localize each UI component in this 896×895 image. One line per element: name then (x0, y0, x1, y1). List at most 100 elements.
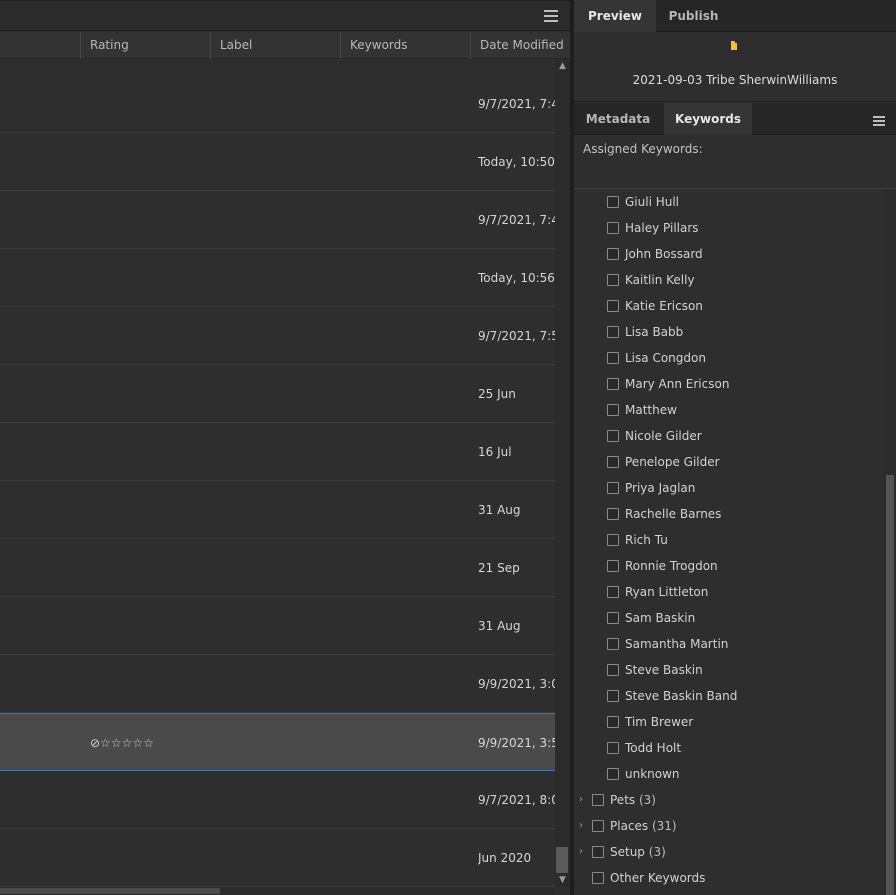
keyword-label: Lisa Babb (625, 325, 684, 339)
keyword-item[interactable]: Matthew (607, 398, 677, 424)
table-row[interactable]: ⊘☆☆☆☆☆ 9/9/2021, 3:5 (0, 713, 555, 771)
scroll-up-icon[interactable]: ▲ (555, 59, 570, 73)
keyword-checkbox[interactable] (607, 507, 619, 520)
keyword-checkbox[interactable] (607, 585, 619, 598)
keyword-checkbox[interactable] (607, 429, 619, 442)
column-rating[interactable]: Rating (80, 32, 210, 59)
keyword-label: Mary Ann Ericson (625, 377, 730, 391)
column-keywords[interactable]: Keywords (340, 32, 470, 59)
scrollbar-thumb[interactable] (886, 475, 894, 895)
keyword-checkbox[interactable] (607, 273, 619, 286)
keyword-item[interactable]: Todd Holt (607, 736, 681, 762)
column-label[interactable]: Label (210, 32, 340, 59)
scroll-down-icon[interactable]: ▼ (555, 873, 570, 887)
keyword-item[interactable]: Penelope Gilder (607, 450, 720, 476)
keyword-checkbox[interactable] (607, 377, 619, 390)
keyword-category[interactable]: › Pets (3) (579, 788, 656, 814)
keyword-checkbox[interactable] (607, 533, 619, 546)
date-modified-cell: 16 Jul (478, 445, 512, 459)
category-checkbox[interactable] (592, 819, 604, 832)
table-row[interactable]: 9/7/2021, 7:5 (0, 307, 555, 365)
table-row[interactable]: 21 Sep (0, 539, 555, 597)
keyword-label: Katie Ericson (625, 299, 703, 313)
keyword-label: Priya Jaglan (625, 481, 696, 495)
chevron-right-icon[interactable]: › (579, 788, 583, 812)
keyword-item[interactable]: Giuli Hull (607, 190, 679, 216)
keyword-checkbox[interactable] (607, 559, 619, 572)
keyword-checkbox[interactable] (607, 221, 619, 234)
keyword-item[interactable]: Katie Ericson (607, 294, 703, 320)
keyword-item[interactable]: Samantha Martin (607, 632, 728, 658)
scrollbar-thumb[interactable] (0, 888, 220, 894)
table-row[interactable]: 16 Jul (0, 423, 555, 481)
keyword-category[interactable]: › Places (31) (579, 814, 677, 840)
panel-menu-icon[interactable] (544, 10, 558, 22)
keyword-item[interactable]: Rich Tu (607, 528, 668, 554)
table-row[interactable]: 9/9/2021, 3:0 (0, 655, 555, 713)
table-row[interactable]: 9/7/2021, 7:4 (0, 191, 555, 249)
tab-preview[interactable]: Preview (574, 0, 656, 32)
keyword-item[interactable]: Ronnie Trogdon (607, 554, 718, 580)
keyword-item[interactable]: Steve Baskin (607, 658, 703, 684)
keyword-category[interactable]: Other Keywords (592, 866, 705, 892)
keyword-item[interactable]: Nicole Gilder (607, 424, 702, 450)
keyword-checkbox[interactable] (607, 247, 619, 260)
category-checkbox[interactable] (592, 793, 604, 806)
keyword-checkbox[interactable] (607, 611, 619, 624)
table-row[interactable]: Jun 2020 (0, 829, 555, 887)
keyword-checkbox[interactable] (607, 403, 619, 416)
scrollbar-thumb[interactable] (556, 847, 568, 873)
tab-publish[interactable]: Publish (656, 0, 731, 32)
keyword-checkbox[interactable] (607, 195, 619, 208)
horizontal-scrollbar[interactable] (0, 887, 555, 895)
keyword-item[interactable]: Tim Brewer (607, 710, 693, 736)
column-date-modified[interactable]: Date Modified (470, 32, 570, 59)
keyword-checkbox[interactable] (607, 455, 619, 468)
keyword-item[interactable]: Lisa Babb (607, 320, 683, 346)
keyword-item[interactable]: Kaitlin Kelly (607, 268, 695, 294)
keyword-scrollbar[interactable] (884, 190, 896, 895)
keyword-category[interactable]: › Setup (3) (579, 840, 666, 866)
keyword-item[interactable]: Mary Ann Ericson (607, 372, 729, 398)
tab-metadata[interactable]: Metadata (574, 103, 662, 135)
file-thumbnail-icon[interactable] (731, 40, 738, 50)
keyword-item[interactable]: unknown (607, 762, 680, 788)
keyword-item[interactable]: Sam Baskin (607, 606, 695, 632)
chevron-right-icon[interactable]: › (579, 814, 583, 838)
table-row[interactable]: Today, 10:56 (0, 249, 555, 307)
chevron-right-icon[interactable]: › (579, 840, 583, 864)
table-row[interactable]: 9/7/2021, 8:0 (0, 771, 555, 829)
keyword-item[interactable]: Priya Jaglan (607, 476, 695, 502)
category-checkbox[interactable] (592, 845, 604, 858)
keyword-checkbox[interactable] (607, 689, 619, 702)
keyword-checkbox[interactable] (607, 741, 619, 754)
keyword-label: Todd Holt (625, 741, 682, 755)
table-row[interactable]: 31 Aug (0, 481, 555, 539)
keyword-checkbox[interactable] (607, 715, 619, 728)
keyword-item[interactable]: Steve Baskin Band (607, 684, 737, 710)
keyword-label: Kaitlin Kelly (625, 273, 695, 287)
keyword-checkbox[interactable] (607, 299, 619, 312)
keyword-checkbox[interactable] (607, 767, 619, 780)
category-checkbox[interactable] (592, 871, 604, 884)
keyword-item[interactable]: Rachelle Barnes (607, 502, 721, 528)
keyword-item[interactable]: Lisa Congdon (607, 346, 706, 372)
keyword-checkbox[interactable] (607, 325, 619, 338)
table-row[interactable]: 25 Jun (0, 365, 555, 423)
table-row[interactable]: 9/7/2021, 7:4 (0, 75, 555, 133)
table-row[interactable]: 31 Aug (0, 597, 555, 655)
keyword-item[interactable]: Haley Pillars (607, 216, 699, 242)
keyword-item[interactable]: Ryan Littleton (607, 580, 708, 606)
keyword-checkbox[interactable] (607, 637, 619, 650)
keywords-menu-icon[interactable] (873, 116, 885, 126)
tab-keywords[interactable]: Keywords (664, 103, 752, 135)
rating-stars[interactable]: ⊘☆☆☆☆☆ (90, 714, 154, 772)
keyword-checkbox[interactable] (607, 481, 619, 494)
keyword-list: Giuli Hull Haley Pillars John Bossard Kaitl… (574, 190, 884, 895)
table-row[interactable]: Today, 10:50 (0, 133, 555, 191)
keyword-checkbox[interactable] (607, 351, 619, 364)
vertical-scrollbar[interactable]: ▲ ▼ (555, 59, 570, 887)
keyword-item[interactable]: John Bossard (607, 242, 703, 268)
keyword-checkbox[interactable] (607, 663, 619, 676)
assigned-keywords-box[interactable]: Assigned Keywords: (574, 136, 896, 189)
